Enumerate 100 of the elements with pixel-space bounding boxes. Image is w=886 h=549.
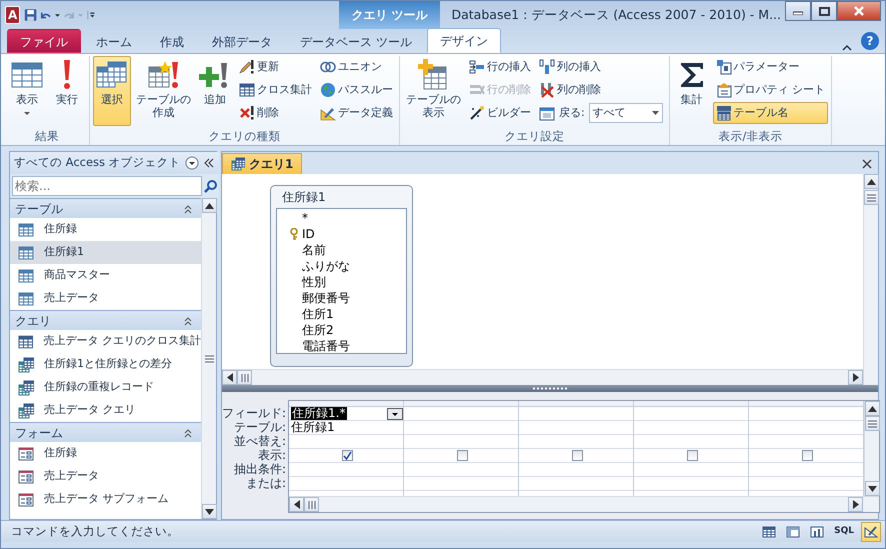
ribbon-tab[interactable]: ファイル [7,29,81,53]
field-name[interactable]: 電話番号 [302,337,350,355]
column-selector[interactable] [634,401,748,407]
help-button[interactable]: ? [861,32,879,50]
close-button[interactable] [837,1,881,21]
scroll-grip-icon [204,354,214,362]
table-field-list[interactable]: 住所録1 * ID 名前 ふりがな 性別 郵便番号 住所1 住所2 電話番号 [270,185,413,367]
ribbon-button[interactable]: データ定義 [317,102,396,124]
scroll-down-button[interactable] [202,504,216,519]
view-button[interactable] [861,522,881,542]
ribbon-button[interactable]: パススルー [317,79,396,101]
row-label: 並べ替え: [233,434,288,448]
field-name[interactable]: 性別 [302,273,326,291]
ribbon-button[interactable]: 列の削除 [536,79,666,101]
ribbon-button[interactable]: テーブル名 [712,102,828,124]
ribbon-button[interactable]: 実行 [48,56,86,126]
app-icon[interactable]: A [5,6,20,24]
ribbon-button[interactable]: プロパティ シート [712,79,828,101]
ribbon-tab[interactable]: 外部データ [199,29,285,53]
scroll-right-button[interactable] [848,497,864,512]
ribbon-button[interactable]: クロス集計 [236,79,315,101]
right-icon [852,373,858,382]
view-button[interactable]: SQL [831,522,857,542]
scroll-thumb[interactable] [304,497,320,512]
grid-cell[interactable]: 住所録1.* [289,407,404,421]
down-icon [868,486,877,492]
pencil-exclamation-icon [239,59,255,75]
column-selector[interactable] [289,401,404,407]
maximize-button[interactable] [811,1,837,21]
nav-item[interactable]: 住所録1 [10,241,201,264]
show-checkbox[interactable] [686,450,698,461]
query-icon [18,380,34,396]
wand-icon [469,105,485,121]
field-name[interactable]: ID [302,225,315,243]
minimize-button[interactable] [785,1,811,21]
row-label: フィールド: [222,406,288,420]
field-name[interactable]: 郵便番号 [302,289,350,307]
document-tab[interactable]: クエリ1 [222,153,302,174]
ribbon-tab[interactable]: デザイン [426,28,501,53]
undo-icon [41,10,52,20]
ribbon-button[interactable]: テーブルの 作成 [133,56,194,126]
pivot-chart-icon [810,526,824,538]
ribbon-tab[interactable]: 作成 [147,29,197,53]
table-icon [18,268,34,282]
table-icon [18,246,34,260]
column-selector[interactable] [404,401,518,407]
scroll-right-button[interactable] [848,370,863,385]
ribbon-tab[interactable]: データベース ツール [287,29,425,53]
field-name[interactable]: ふりがな [302,257,350,275]
search-field[interactable]: 検索... [12,176,202,196]
ribbon-button[interactable]: テーブルの 表示 [403,56,464,126]
nav-group-header[interactable]: クエリ [10,310,201,330]
ribbon-button[interactable]: 列の挿入 [536,56,666,78]
insert-column-icon [539,59,555,75]
column-selector[interactable] [519,401,634,407]
group-title: フォーム [15,424,63,442]
scroll-thumb[interactable] [864,416,880,431]
scroll-down-button[interactable] [864,481,880,496]
show-checkbox[interactable] [456,450,468,461]
group-label: 結果 [34,128,60,145]
scroll-left-button[interactable] [289,497,304,512]
show-checkbox[interactable] [572,450,583,461]
ribbon-button[interactable]: 表示 [8,56,46,126]
right-icon [852,500,859,509]
scroll-up-button[interactable] [864,401,880,416]
calendar-icon [539,105,555,121]
field-name[interactable]: 名前 [302,241,326,259]
down-icon [204,508,214,514]
grid-cell[interactable]: 住所録1 [289,421,404,435]
splitter-grip-icon [533,387,567,390]
ribbon-tab[interactable]: ホーム [83,29,145,53]
scroll-left-button[interactable] [222,370,237,385]
field-name[interactable]: 住所1 [302,305,334,323]
ribbon-button[interactable]: ビルダー [466,102,534,124]
return-dropdown[interactable]: すべて [588,103,663,123]
collapse-icon [183,428,193,438]
scroll-up-button[interactable] [864,174,878,189]
ribbon-button[interactable]: 追加 [196,56,234,126]
show-checkbox[interactable] [342,450,353,461]
field-name[interactable]: 住所2 [302,321,334,339]
show-checkbox[interactable] [802,450,813,461]
ribbon-button[interactable]: パラメーター [712,56,828,78]
scroll-thumb[interactable] [237,370,252,385]
ribbon-button[interactable]: ユニオン [317,56,396,78]
ribbon-button[interactable]: 削除 [236,102,315,124]
nav-group-header[interactable]: フォーム [10,422,201,442]
insert-row-icon [469,59,485,75]
dropdown-icon [184,156,199,170]
ribbon-button[interactable]: 更新 [236,56,315,78]
left-icon [294,500,300,509]
nav-group-header[interactable]: テーブル [10,198,201,218]
scroll-thumb[interactable] [864,190,878,205]
field-name[interactable]: * [302,209,308,227]
ribbon-button[interactable]: 選択 [93,56,131,126]
ribbon-button[interactable]: 行の挿入 [466,56,534,78]
nav-item-label: 住所録 [44,221,77,238]
ribbon-button[interactable]: 集計 [672,56,711,126]
nav-item-label: 商品マスター [44,267,110,284]
scroll-up-button[interactable] [202,198,216,213]
scroll-grip-icon [240,374,248,382]
